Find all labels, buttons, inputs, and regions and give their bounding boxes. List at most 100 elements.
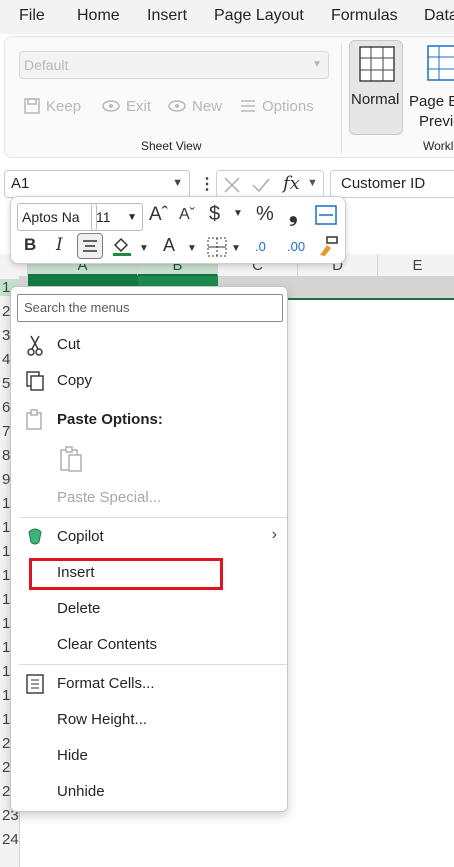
keep-label: Keep xyxy=(46,97,82,115)
menu-item-label: Copilot xyxy=(57,528,104,545)
highlight-box xyxy=(29,558,223,590)
menu-item-copilot[interactable]: Copilot › xyxy=(11,520,289,554)
normal-view-button[interactable]: Normal xyxy=(349,40,403,135)
page-break-label-1: Page Br xyxy=(409,93,454,110)
eye-new-icon xyxy=(168,100,186,112)
fill-color-icon[interactable] xyxy=(111,235,133,257)
menu-item-label: Paste Special... xyxy=(57,489,162,506)
align-center-button[interactable] xyxy=(77,233,103,259)
new-button[interactable]: New xyxy=(167,97,222,115)
chevron-down-icon: ▼ xyxy=(312,59,322,70)
cancel-icon[interactable] xyxy=(223,176,241,194)
grow-font-icon[interactable]: Aˆ xyxy=(149,204,168,226)
ribbon-divider xyxy=(341,43,342,153)
menu-item-label: Hide xyxy=(57,747,88,764)
menu-divider xyxy=(19,517,287,518)
menu-item-clear-contents[interactable]: Clear Contents xyxy=(11,628,289,662)
menu-item-label: Clear Contents xyxy=(57,636,158,653)
chevron-down-icon: ▼ xyxy=(172,177,183,189)
font-size-value: 11 xyxy=(96,209,111,225)
menu-item-row-height[interactable]: Row Height... xyxy=(11,703,289,737)
currency-icon[interactable]: $ xyxy=(209,203,220,226)
eye-close-icon xyxy=(102,100,120,112)
save-icon xyxy=(24,98,40,114)
chevron-down-icon: ▼ xyxy=(127,212,137,223)
tab-page-layout[interactable]: Page Layout xyxy=(214,7,304,25)
increase-decimal-icon[interactable]: .0 xyxy=(255,239,266,254)
grid-view-icon xyxy=(359,46,395,82)
percent-icon[interactable]: % xyxy=(256,203,274,226)
normal-label: Normal xyxy=(351,91,400,108)
mini-toolbar: Aptos Na 11 ▼ Aˆ Aˇ $ ▼ % ❟ B I ▼ A ▼ ▼ … xyxy=(10,196,346,264)
menu-item-label: Delete xyxy=(57,600,101,617)
sheet-view-group-label: Sheet View xyxy=(141,139,202,153)
list-icon xyxy=(241,100,255,112)
comma-style-icon[interactable]: ❟ xyxy=(289,201,298,227)
menu-item-unhide[interactable]: Unhide xyxy=(11,775,289,809)
menu-item-label: Cut xyxy=(57,336,81,353)
wrap-text-icon[interactable] xyxy=(315,205,337,225)
keep-button[interactable]: Keep xyxy=(23,97,81,115)
menu-divider xyxy=(19,664,287,665)
tab-formulas[interactable]: Formulas xyxy=(331,7,398,25)
new-label: New xyxy=(192,97,223,115)
italic-button[interactable]: I xyxy=(56,235,63,255)
scissors-icon xyxy=(27,335,43,356)
row-header[interactable]: 24 xyxy=(0,831,20,848)
chevron-down-icon[interactable]: ▼ xyxy=(139,243,149,254)
sheet-view-select[interactable]: Default ▼ xyxy=(19,51,329,79)
menu-item-label: Copy xyxy=(57,372,93,389)
menu-item-label: Row Height... xyxy=(57,711,148,728)
menu-item-paste-options: Paste Options: xyxy=(11,403,289,437)
font-name-select[interactable]: Aptos Na xyxy=(17,203,97,231)
ribbon: Default ▼ Keep Exit New Options Sheet Vi… xyxy=(4,36,454,158)
tab-home[interactable]: Home xyxy=(77,7,120,25)
menu-item-copy[interactable]: Copy xyxy=(11,364,289,398)
menu-item-label: Paste Options: xyxy=(57,411,163,428)
enter-icon[interactable] xyxy=(251,176,271,194)
workbook-views-label: Workl xyxy=(423,139,454,153)
formula-value: Customer ID xyxy=(341,175,426,192)
formula-input[interactable]: Customer ID xyxy=(330,170,454,198)
tab-data[interactable]: Data xyxy=(424,7,454,25)
options-button[interactable]: Options xyxy=(239,97,314,115)
name-box[interactable]: A1 ▼ xyxy=(4,170,190,198)
decrease-decimal-icon[interactable]: .00 xyxy=(287,239,305,254)
exit-button[interactable]: Exit xyxy=(101,97,151,115)
menu-item-delete[interactable]: Delete xyxy=(11,592,289,626)
paste-icon xyxy=(26,409,42,430)
column-header-e[interactable]: E xyxy=(378,254,454,276)
menu-search-input[interactable]: Search the menus xyxy=(17,294,283,322)
chevron-right-icon: › xyxy=(271,526,277,543)
tab-insert[interactable]: Insert xyxy=(147,7,187,25)
menu-search-placeholder: Search the menus xyxy=(24,300,130,315)
borders-icon[interactable] xyxy=(207,237,227,257)
bold-button[interactable]: B xyxy=(24,235,36,255)
chevron-down-icon[interactable]: ▼ xyxy=(187,243,197,254)
menu-item-hide[interactable]: Hide xyxy=(11,739,289,773)
menu-item-format-cells[interactable]: Format Cells... xyxy=(11,667,289,701)
menu-item-paste-special[interactable]: Paste Special... xyxy=(11,481,289,515)
more-options-icon[interactable]: ⋮ xyxy=(199,174,215,194)
menu-item-cut[interactable]: Cut xyxy=(11,328,289,362)
paste-option-icon[interactable] xyxy=(59,445,83,473)
tab-file[interactable]: File xyxy=(19,7,45,25)
page-break-label-2: Previe xyxy=(419,113,454,130)
formula-controls: fx ▼ xyxy=(216,170,324,198)
page-break-preview-button[interactable]: Page Br Previe xyxy=(407,43,454,138)
sheet-view-select-value: Default xyxy=(24,57,69,73)
name-box-value: A1 xyxy=(11,175,30,192)
format-painter-icon[interactable] xyxy=(317,235,339,257)
options-label: Options xyxy=(262,97,314,115)
font-color-icon[interactable]: A xyxy=(163,235,175,256)
chevron-down-icon[interactable]: ▼ xyxy=(307,177,318,189)
menu-item-label: Format Cells... xyxy=(57,675,155,692)
chevron-down-icon[interactable]: ▼ xyxy=(233,208,243,219)
insert-function-icon[interactable]: fx xyxy=(283,173,300,194)
shrink-font-icon[interactable]: Aˇ xyxy=(179,206,195,224)
context-menu: Search the menus Cut Copy Paste Options:… xyxy=(10,286,288,812)
page-break-icon xyxy=(427,45,454,81)
font-size-select[interactable]: 11 ▼ xyxy=(91,203,143,231)
chevron-down-icon[interactable]: ▼ xyxy=(231,243,241,254)
format-cells-icon xyxy=(26,674,44,694)
